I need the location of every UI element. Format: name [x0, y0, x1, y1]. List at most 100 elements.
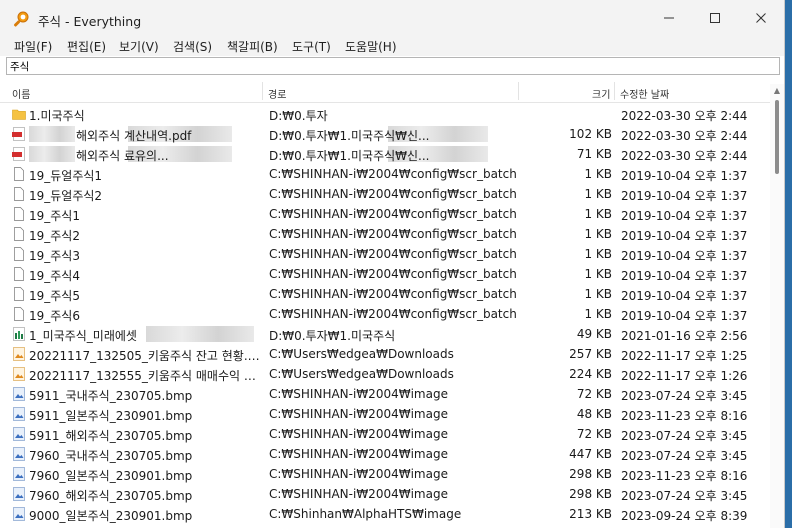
maximize-icon — [710, 13, 720, 23]
file-path: C:₩SHINHAN-i₩2004₩config₩scr_batch — [269, 207, 517, 221]
file-date: 2022-03-30 오후 2:44 — [621, 149, 748, 163]
result-row[interactable]: 해외주식 계산내역.pdf D:₩0.투자₩1.미국주식₩신... 102 KB… — [0, 124, 770, 144]
file-size: 1 KB — [584, 247, 612, 261]
folder-icon — [12, 109, 26, 120]
result-row[interactable]: 19_듀얼주식1 C:₩SHINHAN-i₩2004₩config₩scr_ba… — [0, 164, 770, 184]
result-row[interactable]: 해외주식 료유의... D:₩0.투자₩1.미국주식₩신... 71 KB 20… — [0, 144, 770, 164]
result-row[interactable]: 5911_해외주식_230705.bmp C:₩SHINHAN-i₩2004₩i… — [0, 424, 770, 444]
file-date: 2023-07-24 오후 3:45 — [621, 449, 748, 463]
bmp-icon — [13, 467, 25, 481]
file-date: 2023-11-23 오후 8:16 — [621, 469, 748, 483]
file-name: 19_듀얼주식1 — [29, 169, 103, 183]
column-size-header[interactable]: 크기 — [592, 86, 610, 101]
search-box[interactable] — [6, 57, 780, 75]
file-date: 2023-07-24 오후 3:45 — [621, 389, 748, 403]
result-row[interactable]: 5911_일본주식_230901.bmp C:₩SHINHAN-i₩2004₩i… — [0, 404, 770, 424]
file-icon — [14, 247, 24, 261]
file-date: 2023-11-23 오후 8:16 — [621, 409, 748, 423]
file-size: 1 KB — [584, 307, 612, 321]
file-name: 해외주식 료유의... — [76, 149, 169, 163]
title-bar[interactable]: 주식 - Everything — [0, 0, 784, 36]
column-divider[interactable] — [614, 82, 615, 100]
file-size: 257 KB — [569, 347, 612, 361]
column-name-header[interactable]: 이름 — [12, 86, 30, 101]
bmp-icon — [13, 487, 25, 501]
result-row[interactable]: 19_주식5 C:₩SHINHAN-i₩2004₩config₩scr_batc… — [0, 284, 770, 304]
result-row[interactable]: 1_미국주식_미래에셋 D:₩0.투자₩1.미국주식 49 KB 2021-01… — [0, 324, 770, 344]
result-row[interactable]: 1.미국주식 D:₩0.투자 2022-03-30 오후 2:44 — [0, 104, 770, 124]
file-date: 2022-03-30 오후 2:44 — [621, 129, 748, 143]
menu-help[interactable]: 도움말(H) — [345, 38, 397, 55]
result-row[interactable]: 7960_해외주식_230705.bmp C:₩SHINHAN-i₩2004₩i… — [0, 484, 770, 504]
menu-file[interactable]: 파일(F) — [14, 38, 52, 55]
result-row[interactable]: 19_듀얼주식2 C:₩SHINHAN-i₩2004₩config₩scr_ba… — [0, 184, 770, 204]
bmp-icon — [13, 407, 25, 421]
jpg-icon — [13, 367, 25, 381]
maximize-button[interactable] — [692, 0, 738, 36]
result-row[interactable]: 7960_일본주식_230901.bmp C:₩SHINHAN-i₩2004₩i… — [0, 464, 770, 484]
file-path: C:₩SHINHAN-i₩2004₩image — [269, 427, 448, 441]
pdf-icon — [12, 127, 25, 141]
file-name: 19_주식1 — [29, 209, 80, 223]
file-icon — [14, 227, 24, 241]
file-date: 2019-10-04 오후 1:37 — [621, 229, 748, 243]
menu-tools[interactable]: 도구(T) — [292, 38, 331, 55]
file-date: 2022-11-17 오후 1:26 — [621, 369, 748, 383]
scrollbar-thumb[interactable] — [775, 100, 779, 174]
file-size: 1 KB — [584, 167, 612, 181]
file-size: 1 KB — [584, 207, 612, 221]
menu-edit[interactable]: 편집(E) — [67, 38, 106, 55]
file-size: 71 KB — [576, 147, 612, 161]
column-divider[interactable] — [518, 82, 519, 100]
jpg-icon — [13, 347, 25, 361]
result-row[interactable]: 19_주식3 C:₩SHINHAN-i₩2004₩config₩scr_batc… — [0, 244, 770, 264]
excel-icon — [13, 327, 25, 341]
file-size: 224 KB — [569, 367, 612, 381]
file-date: 2019-10-04 오후 1:37 — [621, 269, 748, 283]
result-row[interactable]: 19_주식4 C:₩SHINHAN-i₩2004₩config₩scr_batc… — [0, 264, 770, 284]
file-name: 19_듀얼주식2 — [29, 189, 103, 203]
file-name: 7960_일본주식_230901.bmp — [29, 469, 193, 483]
file-path: D:₩0.투자₩1.미국주식₩신... — [269, 129, 430, 143]
result-row[interactable]: 20221117_132505_키움주식 잔고 현황.jpg C:₩Users₩… — [0, 344, 770, 364]
file-name: 해외주식 계산내역.pdf — [76, 129, 192, 143]
file-size: 1 KB — [584, 227, 612, 241]
file-path: C:₩SHINHAN-i₩2004₩config₩scr_batch — [269, 187, 517, 201]
file-size: 72 KB — [576, 387, 612, 401]
scroll-up-arrow-icon[interactable]: ▲ — [772, 86, 782, 96]
result-row[interactable]: 5911_국내주식_230705.bmp C:₩SHINHAN-i₩2004₩i… — [0, 384, 770, 404]
bmp-icon — [13, 507, 25, 521]
file-date: 2019-10-04 오후 1:37 — [621, 189, 748, 203]
minimize-button[interactable] — [646, 0, 692, 36]
column-divider[interactable] — [262, 82, 263, 100]
menu-bookmarks[interactable]: 책갈피(B) — [227, 38, 278, 55]
file-size: 447 KB — [569, 447, 612, 461]
file-path: C:₩SHINHAN-i₩2004₩image — [269, 467, 448, 481]
column-date-header[interactable]: 수정한 날짜 — [620, 86, 669, 101]
file-path: C:₩SHINHAN-i₩2004₩image — [269, 387, 448, 401]
result-row[interactable]: 19_주식1 C:₩SHINHAN-i₩2004₩config₩scr_batc… — [0, 204, 770, 224]
file-name: 5911_일본주식_230901.bmp — [29, 409, 193, 423]
result-row[interactable]: 19_주식6 C:₩SHINHAN-i₩2004₩config₩scr_batc… — [0, 304, 770, 324]
file-path: C:₩SHINHAN-i₩2004₩config₩scr_batch — [269, 167, 517, 181]
close-button[interactable] — [738, 0, 784, 36]
result-row[interactable]: 20221117_132555_키움주식 매매수익 현... C:₩Users₩… — [0, 364, 770, 384]
result-row[interactable]: 19_주식2 C:₩SHINHAN-i₩2004₩config₩scr_batc… — [0, 224, 770, 244]
file-icon — [14, 207, 24, 221]
menu-view[interactable]: 보기(V) — [119, 38, 159, 55]
file-name: 7960_해외주식_230705.bmp — [29, 489, 193, 503]
menu-bar: 파일(F) 편집(E) 보기(V) 검색(S) 책갈피(B) 도구(T) 도움말… — [0, 36, 784, 56]
menu-search[interactable]: 검색(S) — [173, 38, 212, 55]
file-icon — [14, 187, 24, 201]
file-name: 19_주식5 — [29, 289, 80, 303]
file-size: 102 KB — [569, 127, 612, 141]
search-input[interactable] — [10, 58, 770, 74]
result-row[interactable]: 7960_국내주식_230705.bmp C:₩SHINHAN-i₩2004₩i… — [0, 444, 770, 464]
file-date: 2019-10-04 오후 1:37 — [621, 289, 748, 303]
file-size: 298 KB — [569, 487, 612, 501]
column-path-header[interactable]: 경로 — [268, 86, 286, 101]
file-date: 2021-01-16 오후 2:56 — [621, 329, 748, 343]
result-row[interactable]: 9000_일본주식_230901.bmp C:₩Shinhan₩AlphaHTS… — [0, 504, 770, 524]
file-path: C:₩SHINHAN-i₩2004₩image — [269, 447, 448, 461]
column-header: 이름 경로 크기 수정한 날짜 — [0, 80, 770, 103]
